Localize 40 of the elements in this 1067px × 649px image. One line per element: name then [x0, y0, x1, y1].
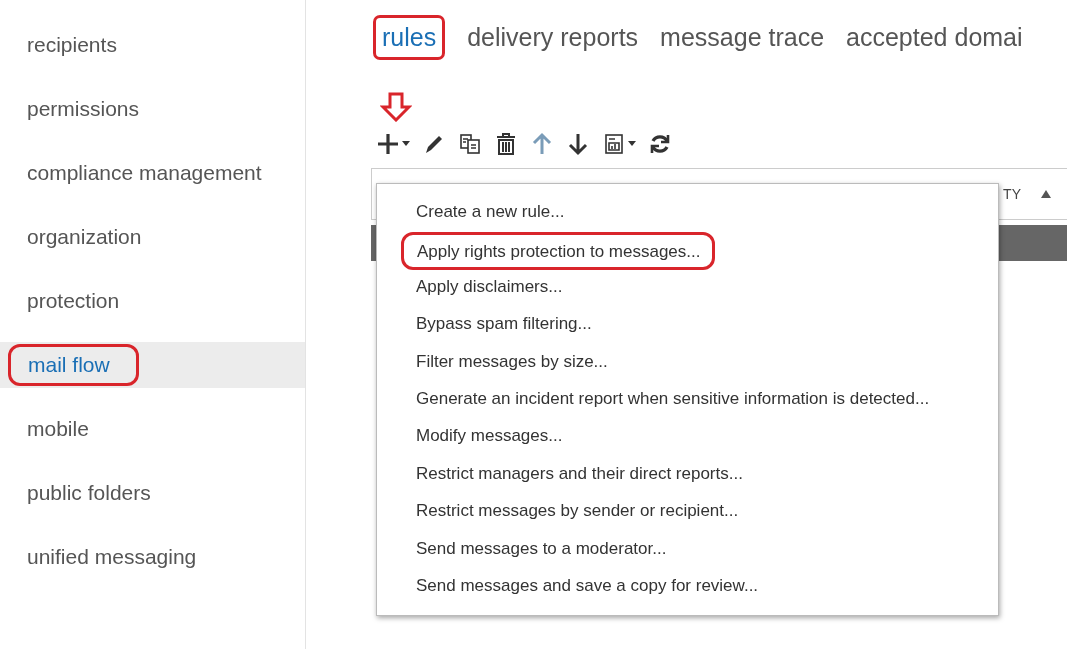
- trash-icon: [494, 132, 518, 156]
- menu-item[interactable]: Generate an incident report when sensitive information is detected...: [416, 381, 930, 420]
- report-icon: [602, 132, 626, 156]
- report-button[interactable]: [602, 132, 636, 156]
- copy-button[interactable]: [458, 132, 482, 156]
- menu-item[interactable]: Apply rights protection to messages...: [401, 232, 716, 270]
- menu-item[interactable]: Filter messages by size...: [416, 344, 608, 382]
- sidebar-item[interactable]: mail flow: [8, 344, 139, 386]
- down-button[interactable]: [566, 132, 590, 156]
- sidebar-item[interactable]: recipients: [8, 27, 117, 63]
- tab[interactable]: message trace: [660, 17, 825, 57]
- menu-item[interactable]: Apply disclaimers...: [416, 269, 563, 308]
- sidebar-item[interactable]: mobile: [8, 411, 89, 447]
- arrow-up-icon: [530, 132, 554, 156]
- menu-item[interactable]: Send messages to a moderator...: [416, 531, 667, 569]
- sidebar-item[interactable]: compliance management: [8, 155, 262, 191]
- menu-item[interactable]: Create a new rule...: [416, 195, 565, 233]
- tab[interactable]: rules: [373, 14, 446, 60]
- refresh-icon: [648, 132, 672, 156]
- tab[interactable]: delivery reports: [467, 17, 639, 57]
- sidebar-item[interactable]: unified messaging: [8, 539, 197, 575]
- sidebar-item[interactable]: organization: [8, 219, 142, 255]
- delete-button[interactable]: [494, 132, 518, 156]
- copy-icon: [458, 132, 482, 156]
- menu-item[interactable]: Bypass spam filtering...: [416, 307, 592, 345]
- sidebar-item[interactable]: protection: [8, 283, 120, 319]
- refresh-button[interactable]: [648, 132, 672, 156]
- tab[interactable]: accepted domai: [846, 17, 1023, 57]
- menu-item[interactable]: Send messages and save a copy for review...: [416, 568, 759, 607]
- column-header[interactable]: TY: [1003, 186, 1021, 202]
- caret-icon: [628, 141, 636, 147]
- arrow-down-icon: [566, 132, 590, 156]
- caret-icon: [402, 141, 410, 147]
- sort-ascending-icon: [1041, 190, 1051, 198]
- menu-item[interactable]: Modify messages...: [416, 419, 563, 457]
- sidebar-item[interactable]: permissions: [8, 91, 140, 127]
- menu-item[interactable]: Restrict messages by sender or recipient...: [416, 494, 739, 532]
- sidebar-item[interactable]: public folders: [8, 475, 151, 511]
- plus-icon: [376, 132, 400, 156]
- menu-item[interactable]: Restrict managers and their direct reports...: [416, 456, 743, 495]
